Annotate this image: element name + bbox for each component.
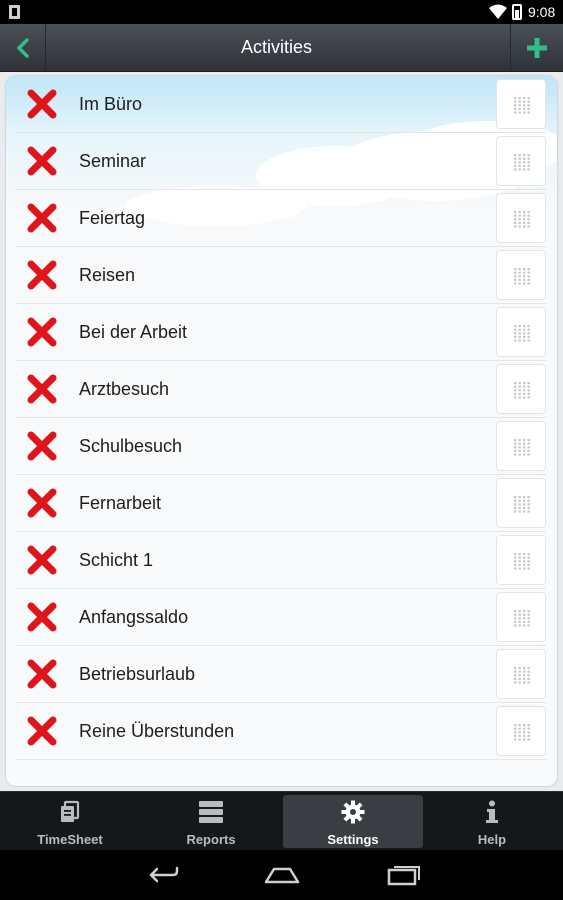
- activity-label: Betriebsurlaub: [79, 664, 196, 684]
- recents-nav-icon[interactable]: [383, 860, 423, 890]
- status-time: 9:08: [528, 4, 556, 20]
- drag-grip-icon: [514, 496, 530, 513]
- drag-handle[interactable]: [496, 706, 546, 756]
- delete-icon[interactable]: [26, 88, 58, 120]
- drag-grip-icon: [514, 97, 530, 114]
- drag-handle[interactable]: [496, 478, 546, 528]
- delete-icon[interactable]: [26, 487, 58, 519]
- tab-label: Settings: [327, 832, 379, 847]
- activity-row[interactable]: Schulbesuch: [16, 418, 546, 475]
- home-nav-icon[interactable]: [262, 860, 302, 890]
- notification-icon: [9, 5, 20, 19]
- drag-handle[interactable]: [496, 592, 546, 642]
- activity-row[interactable]: Reine Überstunden: [16, 703, 546, 760]
- delete-icon[interactable]: [26, 316, 58, 348]
- drag-handle[interactable]: [496, 307, 546, 357]
- activity-label: Im Büro: [79, 94, 143, 114]
- drag-grip-icon: [514, 553, 530, 570]
- activity-row[interactable]: Schicht 1: [16, 532, 546, 589]
- drag-grip-icon: [514, 154, 530, 171]
- drag-handle[interactable]: [496, 136, 546, 186]
- activity-row[interactable]: Im Büro: [16, 76, 546, 133]
- tab-label: TimeSheet: [37, 832, 103, 847]
- tab-help[interactable]: Help: [422, 792, 562, 851]
- plus-icon: [527, 38, 547, 58]
- drag-handle[interactable]: [496, 535, 546, 585]
- action-bar: Activities: [0, 24, 563, 72]
- tab-label: Reports: [186, 832, 236, 847]
- drag-handle[interactable]: [496, 649, 546, 699]
- delete-icon[interactable]: [26, 715, 58, 747]
- activity-label: Reisen: [79, 265, 136, 285]
- delete-icon[interactable]: [26, 601, 58, 633]
- system-nav-bar: [0, 850, 563, 900]
- delete-icon[interactable]: [26, 544, 58, 576]
- activity-label: Schicht 1: [79, 550, 154, 570]
- activity-label: Arztbesuch: [79, 379, 170, 399]
- drag-handle[interactable]: [496, 79, 546, 129]
- drag-handle[interactable]: [496, 364, 546, 414]
- activity-row[interactable]: Reisen: [16, 247, 546, 304]
- activity-label: Reine Überstunden: [79, 721, 235, 741]
- drag-grip-icon: [514, 439, 530, 456]
- tab-label: Help: [477, 832, 507, 847]
- delete-icon[interactable]: [26, 658, 58, 690]
- drag-handle[interactable]: [496, 250, 546, 300]
- activities-panel: Im Büro Seminar Feiertag Reisen Bei der Arbe…: [6, 76, 557, 786]
- drag-handle[interactable]: [496, 193, 546, 243]
- status-bar: 9:08: [0, 0, 563, 24]
- drag-grip-icon: [514, 211, 530, 228]
- activity-row[interactable]: Seminar: [16, 133, 546, 190]
- drag-grip-icon: [514, 325, 530, 342]
- activity-row[interactable]: Feiertag: [16, 190, 546, 247]
- chevron-left-icon: [17, 38, 29, 58]
- tab-reports[interactable]: Reports: [141, 792, 281, 851]
- activity-row[interactable]: Bei der Arbeit: [16, 304, 546, 361]
- wifi-icon: [489, 4, 507, 19]
- activity-row[interactable]: Arztbesuch: [16, 361, 546, 418]
- gear-icon: [283, 800, 423, 824]
- drag-grip-icon: [514, 268, 530, 285]
- content-area: Im Büro Seminar Feiertag Reisen Bei der Arbe…: [0, 72, 563, 791]
- delete-icon[interactable]: [26, 145, 58, 177]
- delete-icon[interactable]: [26, 259, 58, 291]
- back-button[interactable]: [0, 24, 46, 71]
- tab-settings[interactable]: Settings: [283, 795, 423, 848]
- activity-label: Anfangssaldo: [79, 607, 189, 627]
- activity-label: Bei der Arbeit: [79, 322, 188, 342]
- back-nav-icon[interactable]: [143, 860, 183, 890]
- activity-label: Fernarbeit: [79, 493, 162, 513]
- drag-grip-icon: [514, 382, 530, 399]
- activity-label: Feiertag: [79, 208, 146, 228]
- activity-label: Seminar: [79, 151, 147, 171]
- timesheet-icon: [0, 800, 140, 824]
- activity-label: Schulbesuch: [79, 436, 183, 456]
- activity-row[interactable]: Anfangssaldo: [16, 589, 546, 646]
- reports-icon: [141, 800, 281, 824]
- delete-icon[interactable]: [26, 373, 58, 405]
- activity-row[interactable]: Fernarbeit: [16, 475, 546, 532]
- delete-icon[interactable]: [26, 202, 58, 234]
- drag-grip-icon: [514, 724, 530, 741]
- drag-grip-icon: [514, 610, 530, 627]
- drag-handle[interactable]: [496, 421, 546, 471]
- info-icon: [422, 800, 562, 824]
- add-activity-button[interactable]: [510, 24, 563, 71]
- bottom-tab-bar: TimeSheet Reports Settings Help: [0, 791, 563, 851]
- page-title: Activities: [240, 37, 312, 57]
- tab-timesheet[interactable]: TimeSheet: [0, 792, 140, 851]
- activity-row[interactable]: Betriebsurlaub: [16, 646, 546, 703]
- delete-icon[interactable]: [26, 430, 58, 462]
- drag-grip-icon: [514, 667, 530, 684]
- battery-icon: [512, 4, 522, 20]
- activity-list: Im Büro Seminar Feiertag Reisen Bei der Arbe…: [16, 76, 546, 760]
